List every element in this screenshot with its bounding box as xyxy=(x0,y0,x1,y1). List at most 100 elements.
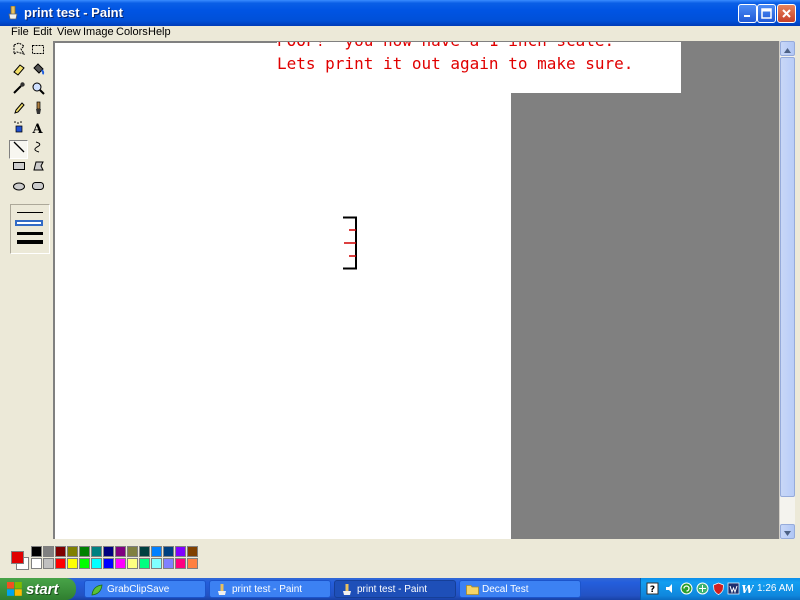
line-icon xyxy=(12,140,26,159)
paint-app-icon xyxy=(341,584,353,599)
rectangle-tool[interactable] xyxy=(9,159,28,178)
task-print-test-paint-1[interactable]: print test - Paint xyxy=(209,580,331,598)
task-decal-test[interactable]: Decal Test xyxy=(459,580,581,598)
airbrush-tool[interactable] xyxy=(9,120,28,139)
line-width-4[interactable] xyxy=(17,240,43,244)
line-width-1[interactable] xyxy=(17,212,43,213)
text-tool[interactable]: A xyxy=(28,120,47,139)
paint-app-icon[interactable] xyxy=(6,5,20,20)
folder-icon xyxy=(466,584,479,598)
color-picker-tool[interactable] xyxy=(9,81,28,100)
network-icon[interactable] xyxy=(696,582,709,595)
menu-file[interactable]: File xyxy=(11,26,29,38)
pencil-tool[interactable] xyxy=(9,101,28,120)
maximize-button[interactable] xyxy=(757,4,776,23)
palette-swatch[interactable] xyxy=(175,546,186,557)
fill-icon xyxy=(31,62,45,81)
vertical-scrollbar[interactable] xyxy=(779,41,795,539)
palette-swatch[interactable] xyxy=(67,546,78,557)
eraser-icon xyxy=(12,62,26,81)
help-icon[interactable]: ? xyxy=(646,582,659,595)
palette-swatch[interactable] xyxy=(31,558,42,569)
start-button[interactable]: start xyxy=(0,578,76,600)
palette-swatch[interactable] xyxy=(139,558,150,569)
line-width-options xyxy=(10,204,50,254)
palette-swatch[interactable] xyxy=(127,558,138,569)
palette-swatch[interactable] xyxy=(55,546,66,557)
rect-select-tool[interactable] xyxy=(28,42,47,61)
eraser-tool[interactable] xyxy=(9,62,28,81)
volume-icon[interactable] xyxy=(664,582,677,595)
title-bar: print test - Paint xyxy=(0,0,800,26)
palette-swatch[interactable] xyxy=(79,558,90,569)
shield-icon[interactable] xyxy=(712,582,725,595)
palette-swatch[interactable] xyxy=(91,558,102,569)
palette-swatch[interactable] xyxy=(151,558,162,569)
line-width-2[interactable] xyxy=(15,220,43,226)
scroll-down-button[interactable] xyxy=(780,524,795,539)
start-label: start xyxy=(26,580,59,598)
palette-swatch[interactable] xyxy=(43,558,54,569)
app-tray-icon[interactable] xyxy=(727,582,740,595)
canvas-text: POOF! you now have a 1 inch scale. Lets … xyxy=(277,42,681,93)
current-colors xyxy=(8,546,29,572)
line-width-3[interactable] xyxy=(17,232,43,235)
inch-scale-drawing xyxy=(343,216,357,270)
palette-swatch[interactable] xyxy=(103,558,114,569)
canvas-text-line-1: POOF! you now have a 1 inch scale. xyxy=(277,42,681,52)
palette-swatch[interactable] xyxy=(103,546,114,557)
leaf-icon xyxy=(91,584,103,599)
arrow-up-icon xyxy=(784,40,791,58)
palette-swatch[interactable] xyxy=(127,546,138,557)
palette-swatch[interactable] xyxy=(115,558,126,569)
palette-swatch[interactable] xyxy=(151,546,162,557)
palette-swatch[interactable] xyxy=(43,546,54,557)
fill-tool[interactable] xyxy=(28,62,47,81)
minimize-button[interactable] xyxy=(738,4,757,23)
palette-swatch[interactable] xyxy=(187,546,198,557)
palette-swatch[interactable] xyxy=(67,558,78,569)
svg-text:W: W xyxy=(741,583,754,595)
task-label: GrabClipSave xyxy=(107,583,170,595)
clock[interactable]: 1:26 AM xyxy=(757,583,794,594)
line-tool[interactable] xyxy=(9,140,28,159)
menu-edit[interactable]: Edit xyxy=(33,26,52,38)
brush-tool[interactable] xyxy=(28,101,47,120)
rect-select-icon xyxy=(31,42,45,61)
color-picker-icon xyxy=(12,81,26,100)
task-grabclipsave[interactable]: GrabClipSave xyxy=(84,580,206,598)
palette-swatch[interactable] xyxy=(91,546,102,557)
palette-swatch[interactable] xyxy=(163,546,174,557)
magnifier-icon xyxy=(31,81,45,100)
palette-swatch[interactable] xyxy=(163,558,174,569)
w-app-icon[interactable]: W xyxy=(741,582,755,596)
palette-swatch[interactable] xyxy=(139,546,150,557)
ellipse-tool[interactable] xyxy=(9,179,28,198)
curve-tool[interactable] xyxy=(28,140,47,159)
palette-swatch[interactable] xyxy=(115,546,126,557)
menu-help[interactable]: Help xyxy=(148,26,171,38)
polygon-icon xyxy=(31,159,45,178)
palette-swatch[interactable] xyxy=(55,558,66,569)
paint-app-icon xyxy=(216,584,228,599)
palette-swatch[interactable] xyxy=(79,546,90,557)
task-print-test-paint-2[interactable]: print test - Paint xyxy=(334,580,456,598)
system-tray: ? W 1:26 AM xyxy=(640,578,800,600)
palette-swatch[interactable] xyxy=(175,558,186,569)
menu-colors[interactable]: Colors xyxy=(116,26,148,38)
palette-swatch[interactable] xyxy=(31,546,42,557)
refresh-icon[interactable] xyxy=(680,582,693,595)
menu-view[interactable]: View xyxy=(57,26,81,38)
palette-swatch[interactable] xyxy=(187,558,198,569)
magnifier-tool[interactable] xyxy=(28,81,47,100)
taskbar: start GrabClipSave print test - Paint pr… xyxy=(0,578,800,600)
polygon-tool[interactable] xyxy=(28,159,47,178)
close-button[interactable] xyxy=(777,4,796,23)
color-palette xyxy=(0,541,800,578)
scroll-up-button[interactable] xyxy=(780,41,795,56)
menu-image[interactable]: Image xyxy=(83,26,114,38)
free-select-tool[interactable] xyxy=(9,42,28,61)
scroll-thumb[interactable] xyxy=(780,57,795,497)
drawing-canvas[interactable]: POOF! you now have a 1 inch scale. Lets … xyxy=(55,42,681,539)
rounded-rect-tool[interactable] xyxy=(28,179,47,198)
